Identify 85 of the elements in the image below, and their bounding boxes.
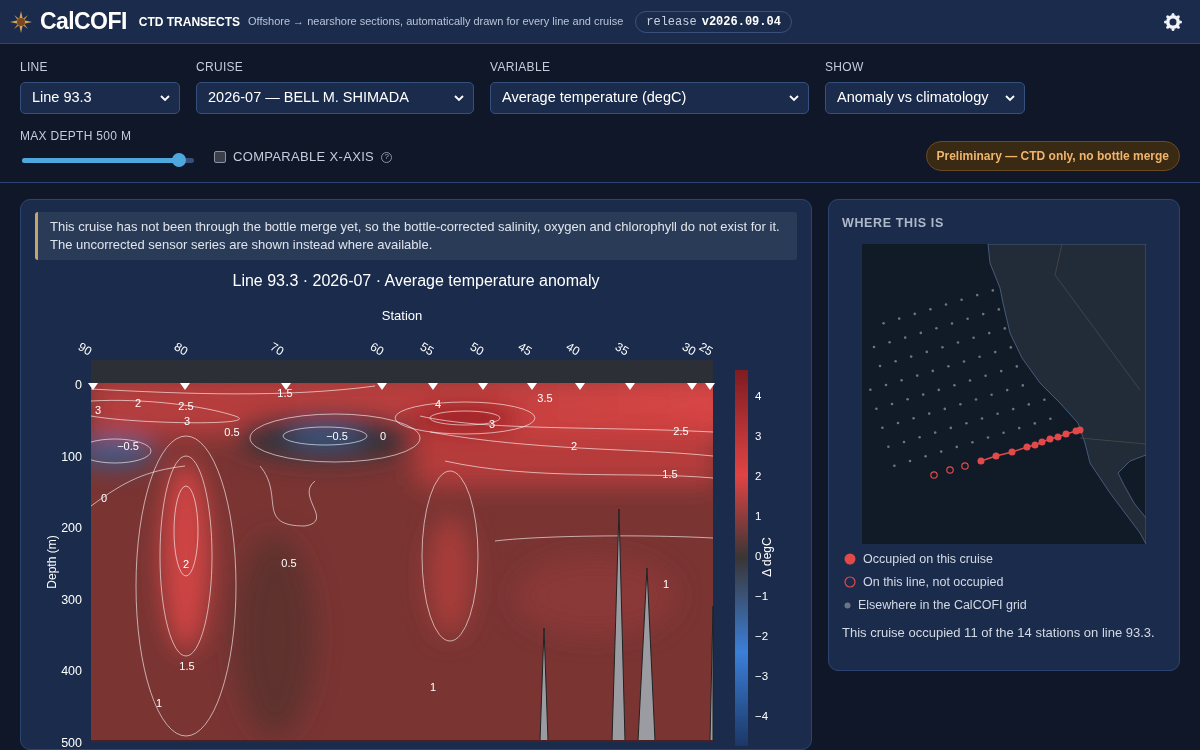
contour-label: 0 xyxy=(379,428,387,444)
axis-tick-label: 25 xyxy=(696,338,717,361)
colorbar-tick-label: 4 xyxy=(755,389,762,405)
axis-tick-label: 500 xyxy=(61,734,82,749)
axis-tick-label: 80 xyxy=(170,338,192,361)
release-label: release xyxy=(646,13,697,31)
contour-label: 2 xyxy=(134,395,142,411)
axis-tick-label: 45 xyxy=(514,338,536,361)
legend-label: On this line, not occupied xyxy=(863,573,1004,591)
axis-title: Station xyxy=(381,307,423,326)
dropdown[interactable]: Line 93.3 xyxy=(20,82,180,114)
axis-tick-label: 0 xyxy=(75,376,82,394)
contour-label: 2 xyxy=(570,438,578,454)
contour-label: 2 xyxy=(182,556,190,572)
contour-label: 0 xyxy=(100,490,108,506)
contour-label: 4 xyxy=(434,396,442,412)
contour-label: 0.5 xyxy=(281,555,297,571)
field-label: LINE xyxy=(20,59,49,76)
checkbox[interactable] xyxy=(214,151,226,163)
depth-label: MAX DEPTH 500 M xyxy=(20,128,133,145)
colorbar-tick-label: −1 xyxy=(755,589,769,605)
contour-label: −0.5 xyxy=(326,428,348,444)
contour-label: 1 xyxy=(155,695,163,711)
axis-tick-label: 60 xyxy=(366,338,388,361)
section-title: CTD TRANSECTS xyxy=(138,13,241,31)
contour-label: 3.5 xyxy=(537,390,553,406)
legend-label: Elsewhere in the CalCOFI grid xyxy=(858,596,1027,614)
axis-tick-label: 35 xyxy=(611,338,633,361)
contour-label: 1 xyxy=(662,576,670,592)
panel-title: WHERE THIS IS xyxy=(842,215,945,232)
chevron-icon xyxy=(160,94,170,102)
subtitle: Offshore → nearshore sections, automatically drawn for every line and cruise xyxy=(248,14,624,30)
field-label: CRUISE xyxy=(196,59,245,76)
axis-tick-label: 100 xyxy=(61,448,82,466)
field-label: SHOW xyxy=(825,59,865,76)
chart-title: Line 93.3 · 2026-07 · Average temperature anomaly xyxy=(232,271,600,291)
settings-button[interactable] xyxy=(1162,10,1184,33)
colorbar-tick-label: 3 xyxy=(755,429,762,445)
dropdown[interactable]: Anomaly vs climatology xyxy=(825,82,1025,114)
contour-label: 0.5 xyxy=(224,424,240,440)
contour-label: 1.5 xyxy=(277,385,293,401)
notice-text: This cruise has not been through the bottle merge yet, so the bottle-corrected salinity, oxygen and chlorophyll do not exist for it. The uncorrected sensor series are shown instead where available. xyxy=(35,212,797,260)
settings-icon xyxy=(1164,12,1182,31)
contour-label: 3 xyxy=(488,416,496,432)
contour-label: 2.5 xyxy=(178,398,194,414)
slider-thumb[interactable] xyxy=(172,153,187,167)
axis-tick-label: 40 xyxy=(562,338,584,361)
status-badge: Preliminary — CTD only, no bottle merge xyxy=(925,141,1180,171)
colorbar-tick-label: 2 xyxy=(755,469,762,485)
filled-dot-icon xyxy=(844,553,856,566)
axis-title: Depth (m) xyxy=(44,535,60,589)
chevron-icon xyxy=(454,94,464,102)
colorbar-tick-label: −3 xyxy=(755,669,769,685)
contour-label: −0.5 xyxy=(117,438,139,454)
axis-tick-label: 50 xyxy=(466,338,488,361)
axis-tick-label: 70 xyxy=(266,338,288,361)
colorbar-tick-label: −2 xyxy=(755,629,769,645)
axis-tick-label: 55 xyxy=(416,338,438,361)
field-label: VARIABLE xyxy=(490,59,552,76)
contour-label: 1.5 xyxy=(179,658,195,674)
colorbar-tick-label: 1 xyxy=(755,509,762,525)
contour-label: 1 xyxy=(429,679,437,695)
ring-icon xyxy=(844,576,856,589)
axis-tick-label: 30 xyxy=(678,338,699,361)
axis-tick-label: 300 xyxy=(61,591,82,609)
dot-icon xyxy=(844,601,851,609)
colorbar-tick-label: 0 xyxy=(755,549,762,565)
axis-tick-label: 200 xyxy=(61,519,82,537)
axis-tick-label: 400 xyxy=(61,662,82,680)
contour-label: 2.5 xyxy=(673,423,689,439)
contour-label: 1.5 xyxy=(662,466,678,482)
contour-label: 3 xyxy=(94,402,102,418)
contour-label: 3 xyxy=(183,413,191,429)
colorbar-tick-label: −4 xyxy=(755,709,769,725)
chevron-icon xyxy=(1005,94,1015,102)
compass-icon xyxy=(10,10,32,33)
dropdown[interactable]: 2026-07 — BELL M. SHIMADA xyxy=(196,82,474,114)
axis-tick-label: 90 xyxy=(74,338,96,361)
chevron-icon xyxy=(789,94,799,102)
dropdown[interactable]: Average temperature (degC) xyxy=(490,82,809,114)
summary-text: This cruise occupied 11 of the 14 stations on line 93.3. xyxy=(842,623,1156,642)
release-version: v2026.09.04 xyxy=(701,13,781,31)
logo-text: CalCOFI xyxy=(40,7,127,37)
checkbox-label: COMPARABLE X-AXIS xyxy=(233,148,375,167)
legend-label: Occupied on this cruise xyxy=(863,550,993,568)
